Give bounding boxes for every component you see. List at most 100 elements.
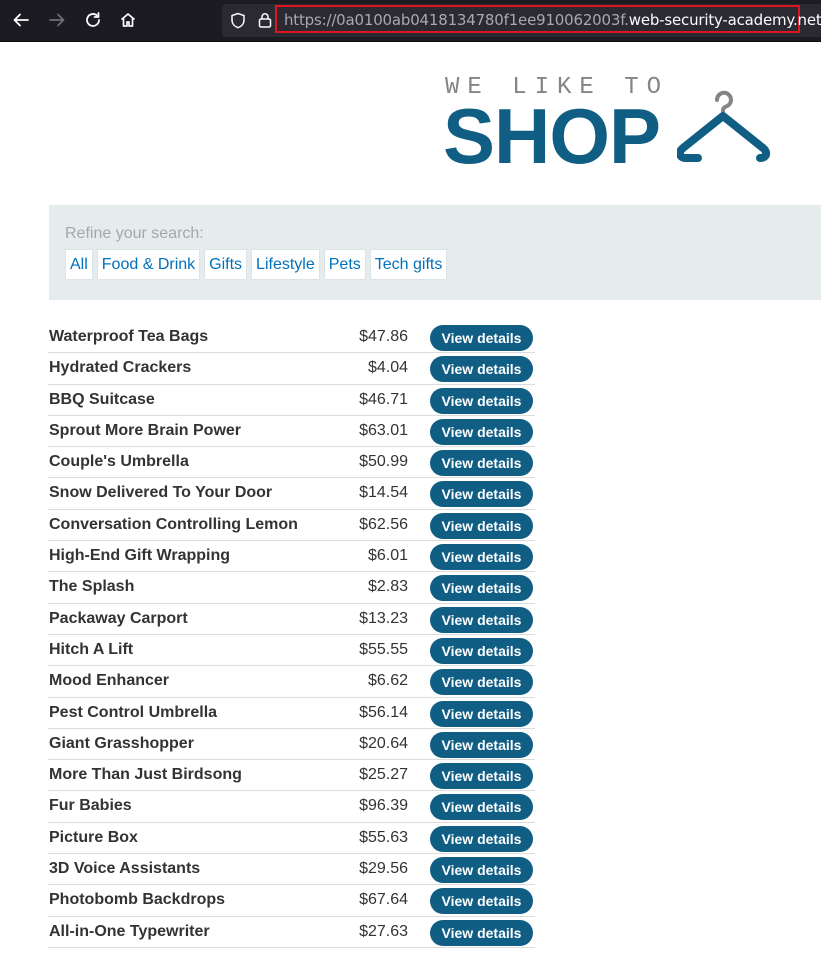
- view-details-button[interactable]: View details: [430, 919, 533, 946]
- filter-panel: Refine your search: All Food & Drink Gif…: [49, 205, 821, 300]
- product-name: Fur Babies: [49, 797, 132, 815]
- product-price: $47.86: [359, 328, 408, 345]
- product-price: $14.54: [359, 484, 408, 502]
- view-details-button[interactable]: View details: [430, 606, 533, 633]
- product-price: $96.39: [359, 797, 408, 815]
- product-price: $25.27: [359, 766, 408, 784]
- table-row: The Splash $2.83 View details: [48, 572, 535, 604]
- product-name: BBQ Suitcase: [49, 390, 155, 408]
- view-details-button[interactable]: View details: [430, 794, 533, 821]
- product-price: $55.63: [359, 828, 408, 846]
- table-row: Mood Enhancer $6.62 View details: [48, 666, 535, 698]
- browser-toolbar: https://0a0100ab0418134780f1ee910062003f…: [0, 0, 821, 42]
- table-row: Snow Delivered To Your Door $14.54 View de…: [48, 478, 535, 510]
- product-name: Sprout More Brain Power: [49, 421, 242, 439]
- product-price: $56.14: [359, 703, 408, 721]
- product-price: $20.64: [359, 734, 408, 752]
- table-row: BBQ Suitcase $46.71 View details: [48, 385, 535, 416]
- view-details-button[interactable]: View details: [430, 700, 533, 727]
- table-row: Conversation Controlling Lemon $62.56 View…: [48, 510, 535, 542]
- table-row: Couple's Umbrella $50.99 View details: [48, 447, 535, 479]
- forward-arrow-icon[interactable]: [43, 6, 71, 34]
- shield-icon[interactable]: [230, 12, 246, 29]
- back-arrow-icon[interactable]: [7, 6, 35, 34]
- product-name: All-in-One Typewriter: [49, 922, 210, 940]
- category-gifts[interactable]: Gifts: [204, 249, 248, 280]
- view-details-button[interactable]: View details: [430, 418, 533, 445]
- product-price: $2.83: [367, 578, 408, 596]
- hanger-icon: [677, 90, 771, 162]
- url-text[interactable]: https://0a0100ab0418134780f1ee910062003f…: [284, 11, 821, 29]
- product-name: Hydrated Crackers: [49, 359, 192, 377]
- product-name: Packaway Carport: [49, 609, 188, 627]
- table-row: Photobomb Backdrops $67.64 View details: [48, 885, 535, 917]
- table-row: Packaway Carport $13.23 View details: [48, 604, 535, 635]
- view-details-button[interactable]: View details: [430, 325, 533, 351]
- product-price: $4.04: [367, 359, 408, 377]
- category-list: All Food & Drink Gifts Lifestyle Pets Te…: [65, 249, 448, 280]
- refine-label: Refine your search:: [65, 225, 204, 242]
- view-details-button[interactable]: View details: [430, 669, 533, 696]
- view-details-button[interactable]: View details: [430, 825, 533, 852]
- product-name: 3D Voice Assistants: [49, 860, 201, 878]
- view-details-button[interactable]: View details: [430, 512, 533, 539]
- product-name: Giant Grasshopper: [49, 734, 194, 752]
- url-prefix: https://0a0100ab0418134780f1ee910062003f…: [284, 11, 629, 29]
- product-name: Picture Box: [49, 828, 138, 846]
- table-row: High-End Gift Wrapping $6.01 View details: [48, 541, 535, 573]
- view-details-button[interactable]: View details: [430, 857, 533, 884]
- product-price: $62.56: [359, 515, 408, 533]
- url-host: web-security-academy.net: [628, 11, 821, 29]
- product-price: $50.99: [359, 453, 408, 471]
- table-row: Sprout More Brain Power $63.01 View detail…: [48, 416, 535, 448]
- logo-title: SHOP: [443, 92, 661, 180]
- view-details-button[interactable]: View details: [430, 637, 533, 664]
- table-row: Picture Box $55.63 View details: [48, 823, 535, 855]
- shop-logo[interactable]: WE LIKE TO SHOP: [443, 74, 803, 180]
- product-name: Photobomb Backdrops: [49, 891, 226, 909]
- category-all[interactable]: All: [65, 249, 93, 280]
- table-row: All-in-One Typewriter $27.63 View details: [48, 917, 535, 948]
- product-price: $55.55: [359, 640, 408, 658]
- table-row: Hitch A Lift $55.55 View details: [48, 635, 535, 667]
- view-details-button[interactable]: View details: [430, 450, 533, 477]
- product-name: More Than Just Birdsong: [49, 766, 242, 784]
- product-price: $6.01: [367, 547, 408, 565]
- product-price: $29.56: [359, 860, 408, 878]
- product-name: Waterproof Tea Bags: [49, 328, 209, 345]
- view-details-button[interactable]: View details: [430, 575, 533, 602]
- home-icon[interactable]: [114, 6, 142, 34]
- table-row: Giant Grasshopper $20.64 View details: [48, 729, 535, 761]
- view-details-button[interactable]: View details: [430, 481, 533, 508]
- table-row: Fur Babies $96.39 View details: [48, 791, 535, 823]
- table-row: Hydrated Crackers $4.04 View details: [48, 353, 535, 385]
- category-tech-gifts[interactable]: Tech gifts: [369, 249, 448, 280]
- product-price: $67.64: [359, 891, 408, 909]
- product-name: Pest Control Umbrella: [49, 703, 218, 721]
- category-lifestyle[interactable]: Lifestyle: [251, 249, 320, 280]
- table-row: Pest Control Umbrella $56.14 View details: [48, 698, 535, 729]
- view-details-button[interactable]: View details: [430, 387, 533, 414]
- view-details-button[interactable]: View details: [430, 544, 533, 571]
- view-details-button[interactable]: View details: [430, 888, 533, 915]
- product-name: Couple's Umbrella: [49, 453, 189, 471]
- product-name: The Splash: [49, 578, 135, 596]
- product-price: $27.63: [359, 922, 408, 940]
- product-name: High-End Gift Wrapping: [49, 547, 231, 565]
- reload-icon[interactable]: [79, 6, 107, 34]
- product-name: Mood Enhancer: [49, 672, 170, 690]
- product-price: $63.01: [359, 421, 408, 439]
- category-food-drink[interactable]: Food & Drink: [96, 249, 201, 280]
- view-details-button[interactable]: View details: [430, 763, 533, 790]
- product-price: $6.62: [367, 672, 408, 690]
- category-pets[interactable]: Pets: [323, 249, 366, 280]
- view-details-button[interactable]: View details: [430, 731, 533, 758]
- lock-icon[interactable]: [258, 12, 272, 28]
- table-row: More Than Just Birdsong $25.27 View detail…: [48, 760, 535, 792]
- product-price: $13.23: [359, 609, 408, 627]
- table-row: 3D Voice Assistants $29.56 View details: [48, 854, 535, 886]
- table-row: Waterproof Tea Bags $47.86 View details: [48, 322, 535, 354]
- view-details-button[interactable]: View details: [430, 356, 533, 383]
- product-price: $46.71: [359, 390, 408, 408]
- product-name: Snow Delivered To Your Door: [49, 484, 273, 502]
